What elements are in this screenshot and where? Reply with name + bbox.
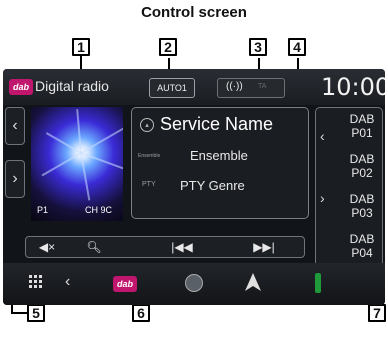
preset-number: P1 (37, 205, 49, 215)
dab-logo: dab (9, 79, 33, 95)
phone-tab-icon[interactable] (315, 273, 321, 293)
back-icon[interactable]: ‹ (65, 273, 70, 291)
callout-5-hline (11, 312, 27, 314)
preset-item[interactable]: DAB P02 (342, 152, 382, 180)
dab-source-icon[interactable]: dab (113, 276, 137, 292)
clock: 10:00 (321, 73, 385, 101)
station-info-panel[interactable]: ▴ Service Name Ensemble Ensemble PTY PTY… (131, 107, 309, 219)
ensemble-value: Ensemble (190, 148, 248, 163)
signal-icon: ((·)) (226, 81, 243, 92)
operation-keys: ◀× 🔍︎ |◀◀ ▶▶| (25, 236, 305, 258)
ensemble-label: Ensemble (138, 153, 161, 159)
bottom-bar: ‹ dab (3, 263, 385, 305)
head-unit-screen: dab Digital radio AUTO1 ((·)) TA 10:00 ‹… (3, 69, 385, 305)
media-source-icon[interactable] (185, 274, 203, 292)
callout-6: 6 (132, 304, 150, 322)
channel-number: CH 9C (85, 205, 113, 215)
callout-4: 4 (288, 38, 306, 56)
menu-grid-icon[interactable] (29, 275, 43, 289)
next-panel-button[interactable]: › (5, 160, 25, 198)
preset-item[interactable]: DAB P03 (342, 192, 382, 220)
reception-status: ((·)) TA (217, 78, 285, 98)
pty-genre: PTY Genre (180, 178, 245, 193)
seek-previous-button[interactable]: |◀◀ (166, 239, 198, 255)
mute-button[interactable]: ◀× (32, 239, 62, 255)
callout-7: 7 (368, 304, 386, 322)
preset-up-arrow[interactable]: ‹ (320, 128, 325, 144)
callout-2: 2 (159, 38, 177, 56)
callout-3: 3 (249, 38, 267, 56)
preset-list: ‹ › DAB P01 DAB P02 DAB P03 DAB P04 (315, 107, 383, 275)
service-name: Service Name (160, 114, 274, 134)
page-heading: Control screen (141, 4, 247, 21)
seek-mode-button[interactable]: AUTO1 (149, 78, 195, 98)
search-button[interactable]: 🔍︎ (82, 239, 106, 255)
ta-indicator: TA (258, 83, 267, 90)
previous-panel-button[interactable]: ‹ (5, 107, 25, 145)
navigation-icon[interactable] (245, 273, 261, 291)
seek-next-button[interactable]: ▶▶| (248, 239, 280, 255)
callout-5: 5 (27, 304, 45, 322)
source-title[interactable]: Digital radio (35, 78, 109, 94)
preset-item[interactable]: DAB P04 (342, 232, 382, 260)
preset-down-arrow[interactable]: › (320, 190, 325, 206)
top-bar: dab Digital radio AUTO1 ((·)) TA 10:00 (3, 69, 385, 105)
preset-item[interactable]: DAB P01 (342, 112, 382, 140)
service-icon: ▴ (140, 118, 154, 132)
callout-1: 1 (72, 38, 90, 56)
pty-label: PTY (142, 181, 156, 188)
artwork-image: P1 CH 9C (31, 107, 123, 221)
